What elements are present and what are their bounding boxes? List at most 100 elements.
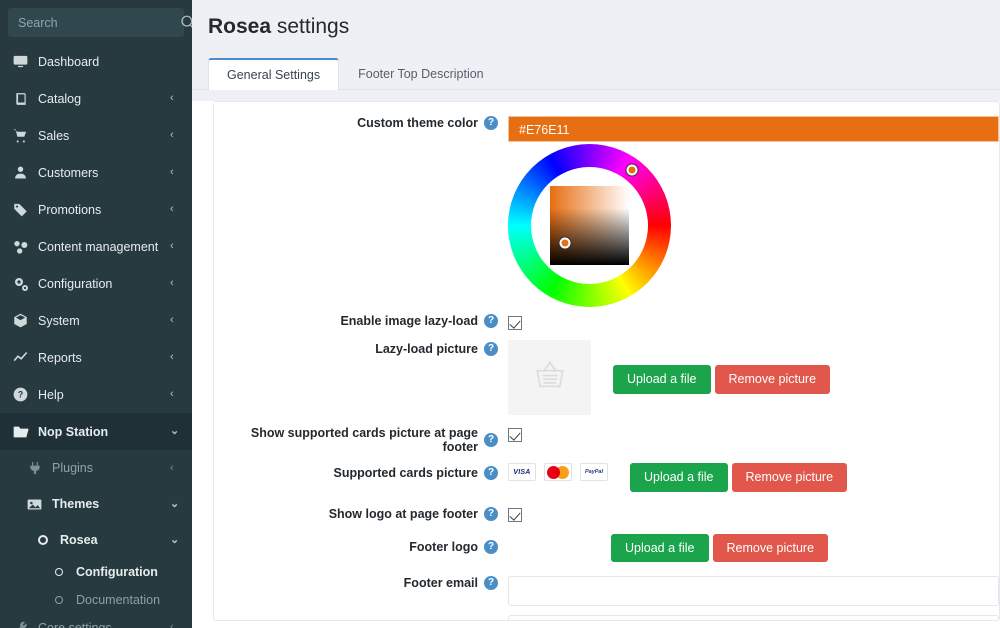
label-enable-lazy-load: Enable image lazy-load ? — [214, 314, 508, 328]
chevron-left-icon: ‹ — [170, 166, 174, 178]
image-icon — [26, 496, 43, 513]
help-icon[interactable]: ? — [484, 342, 498, 356]
page-header: Rosea settings — [192, 0, 1000, 58]
row-show-logo-footer: Show logo at page footer ? — [214, 506, 999, 525]
chevron-down-icon: ⌄ — [170, 533, 180, 546]
control-supported-cards-picture: VISA PayPal Upload a file Remove picture — [508, 463, 999, 492]
sidebar-item-label: Sales — [38, 128, 70, 143]
help-icon[interactable]: ? — [484, 116, 498, 130]
lazy-load-picture-actions: Upload a file Remove picture — [613, 340, 831, 394]
checkbox-show-supported-cards[interactable] — [508, 427, 522, 442]
tab-general-settings[interactable]: General Settings — [208, 58, 340, 90]
sidebar-item-content-management[interactable]: Content management ‹ — [0, 228, 192, 265]
checkbox-show-logo-footer[interactable] — [508, 508, 522, 523]
control-footer-email — [508, 576, 999, 606]
chevron-left-icon: ‹ — [170, 461, 174, 474]
mastercard-icon — [544, 463, 572, 481]
sidebar-item-nop-station[interactable]: Nop Station ⌄ — [0, 413, 192, 450]
sidebar-item-label: Dashboard — [38, 54, 100, 69]
sidebar-item-help[interactable]: ? Help ‹ — [0, 376, 192, 413]
control-custom-theme-color: #E76E11 — [508, 116, 999, 307]
tab-panel-general-settings: Custom theme color ? #E76E11 Enable imag… — [192, 101, 1000, 628]
upload-file-button[interactable]: Upload a file — [611, 533, 709, 562]
sidebar-item-system[interactable]: System ‹ — [0, 302, 192, 339]
search-input[interactable] — [18, 9, 179, 36]
chevron-left-icon: ‹ — [170, 388, 174, 400]
label-text: Custom theme color — [357, 116, 478, 130]
sidebar-item-sales[interactable]: Sales ‹ — [0, 117, 192, 154]
sidebar-item-customers[interactable]: Customers ‹ — [0, 154, 192, 191]
remove-picture-button[interactable]: Remove picture — [712, 533, 829, 562]
sidebar-item-label: Configuration — [76, 565, 158, 579]
theme-color-value-bar[interactable]: #E76E11 — [508, 116, 999, 142]
lazy-load-picture-preview — [508, 340, 591, 415]
chevron-left-icon: ‹ — [170, 203, 174, 215]
upload-file-button[interactable]: Upload a file — [613, 365, 711, 394]
tab-bar: General Settings Footer Top Description — [192, 58, 1000, 90]
label-show-supported-cards: Show supported cards picture at page foo… — [214, 426, 508, 454]
app-root: Dashboard Catalog ‹ Sales ‹ — [0, 0, 1000, 628]
help-icon[interactable]: ? — [484, 433, 498, 447]
label-supported-cards-picture: Supported cards picture ? — [214, 463, 508, 480]
label-text: Show supported cards picture at page foo… — [250, 426, 478, 454]
control-show-logo-footer — [508, 507, 999, 525]
sidebar-item-catalog[interactable]: Catalog ‹ — [0, 80, 192, 117]
sidebar-item-label: Configuration — [38, 276, 113, 291]
saturation-value-square[interactable] — [550, 186, 629, 265]
footer-email-input[interactable] — [508, 576, 999, 606]
control-custom-css — [508, 615, 999, 620]
sidebar-item-label: Content management — [38, 239, 159, 254]
paypal-label: PayPal — [584, 469, 604, 475]
chevron-left-icon: ‹ — [170, 277, 174, 289]
sidebar-item-core-settings[interactable]: Core settings ‹ — [0, 614, 192, 628]
row-footer-email: Footer email ? — [214, 576, 999, 606]
label-lazy-load-picture: Lazy-load picture ? — [214, 340, 508, 356]
sidebar-item-plugins[interactable]: Plugins ‹ — [0, 450, 192, 486]
visa-label: VISA — [513, 468, 531, 476]
sidebar-item-label: Help — [38, 387, 64, 402]
main-content: Rosea settings General Settings Footer T… — [192, 0, 1000, 628]
control-show-supported-cards — [508, 426, 999, 444]
help-icon[interactable]: ? — [484, 539, 498, 554]
book-icon — [12, 90, 29, 107]
search-icon[interactable] — [179, 14, 192, 32]
remove-picture-button[interactable]: Remove picture — [714, 365, 831, 394]
label-text: Supported cards picture — [333, 466, 478, 480]
chevron-left-icon: ‹ — [170, 621, 174, 628]
help-icon[interactable]: ? — [484, 466, 498, 480]
custom-css-textarea[interactable] — [508, 615, 999, 620]
settings-card: Custom theme color ? #E76E11 Enable imag… — [213, 101, 1000, 621]
sidebar-item-label: Core settings — [38, 620, 112, 628]
sidebar-item-themes[interactable]: Themes ⌄ — [0, 486, 192, 522]
chevron-left-icon: ‹ — [170, 240, 174, 252]
supported-cards-actions: Upload a file Remove picture — [630, 463, 848, 492]
page-title-bold: Rosea — [208, 15, 272, 38]
sidebar-item-promotions[interactable]: Promotions ‹ — [0, 191, 192, 228]
remove-picture-button[interactable]: Remove picture — [731, 463, 848, 492]
sidebar-item-rosea[interactable]: Rosea ⌄ — [0, 522, 192, 558]
sidebar-item-configuration[interactable]: Configuration ‹ — [0, 265, 192, 302]
sidebar-item-rosea-documentation[interactable]: Documentation — [0, 586, 192, 614]
sidebar-item-rosea-configuration[interactable]: Configuration — [0, 558, 192, 586]
label-text: Footer email — [403, 576, 478, 590]
checkbox-enable-lazy-load[interactable] — [508, 315, 522, 330]
hue-handle[interactable] — [626, 164, 638, 176]
help-icon[interactable]: ? — [484, 576, 498, 590]
color-picker[interactable] — [508, 144, 678, 307]
saturation-value-handle[interactable] — [559, 237, 571, 249]
chart-icon — [12, 349, 29, 366]
help-icon[interactable]: ? — [484, 506, 498, 521]
control-enable-lazy-load — [508, 314, 999, 332]
tab-footer-top-description[interactable]: Footer Top Description — [339, 58, 503, 90]
sidebar-item-reports[interactable]: Reports ‹ — [0, 339, 192, 376]
search-box[interactable] — [8, 8, 192, 37]
sidebar-item-dashboard[interactable]: Dashboard — [0, 43, 192, 80]
row-footer-logo: Footer logo ? Upload a file Remove pictu… — [214, 533, 999, 562]
sidebar: Dashboard Catalog ‹ Sales ‹ — [0, 0, 192, 628]
help-icon[interactable]: ? — [484, 314, 498, 328]
ring-small-icon — [50, 592, 67, 609]
tag-icon — [12, 201, 29, 218]
chevron-down-icon: ⌄ — [170, 425, 180, 437]
folder-open-icon — [12, 423, 29, 440]
upload-file-button[interactable]: Upload a file — [630, 463, 728, 492]
